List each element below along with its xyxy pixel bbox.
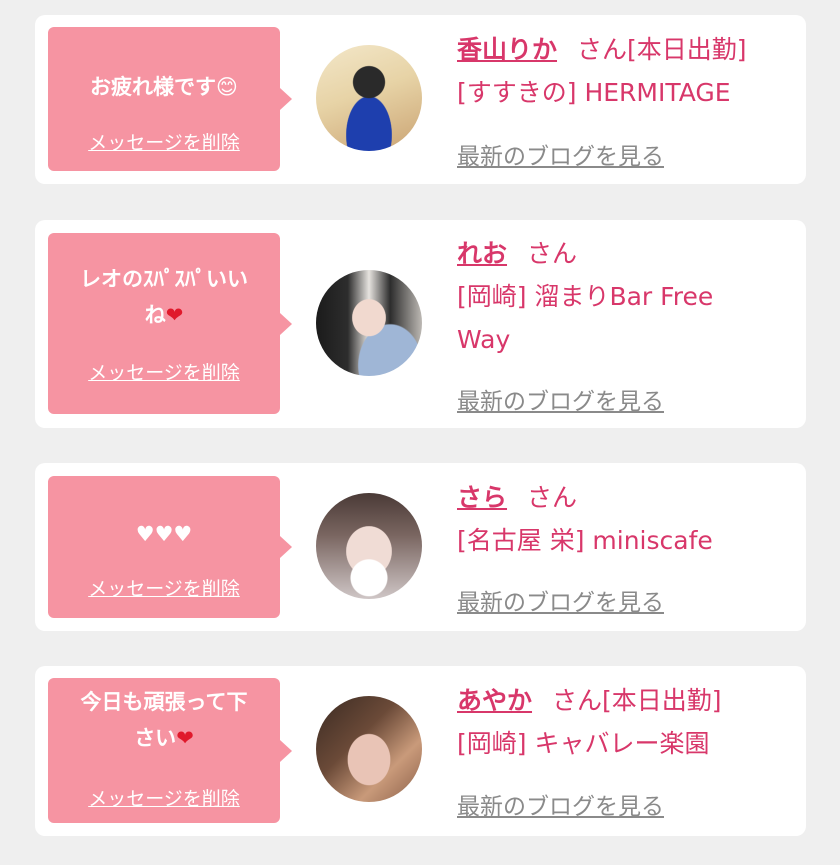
girl-name-link[interactable]: さら xyxy=(457,483,507,512)
shop-name: [岡崎] 溜まりBar Free xyxy=(457,282,714,311)
message-bubble: お疲れ様です😊 メッセージを削除 xyxy=(48,27,292,171)
latest-blog-link[interactable]: 最新のブログを見る xyxy=(457,787,664,821)
message-text: ♥♥♥ xyxy=(135,522,193,546)
delete-message-link[interactable]: メッセージを削除 xyxy=(48,128,280,155)
message-bubble: 今日も頑張って下 さい❤ メッセージを削除 xyxy=(48,678,292,823)
smile-emoji-icon: 😊 xyxy=(216,75,238,99)
avatar[interactable] xyxy=(316,696,422,802)
avatar[interactable] xyxy=(316,45,422,151)
avatar[interactable] xyxy=(316,493,422,599)
message-card: レオのｽﾊﾟｽﾊﾟいい ね❤ メッセージを削除 れお さん [岡崎] 溜まりBar… xyxy=(35,220,806,428)
shop-name-cont: Way xyxy=(457,325,511,354)
girl-info: さら さん [名古屋 栄] miniscafe xyxy=(457,476,787,562)
message-bubble: ♥♥♥ メッセージを削除 xyxy=(48,476,292,618)
avatar[interactable] xyxy=(316,270,422,376)
message-text: 今日も頑張って下 さい❤ xyxy=(80,690,248,750)
message-card: 今日も頑張って下 さい❤ メッセージを削除 あやか さん[本日出勤] [岡崎] キ… xyxy=(35,666,806,836)
message-card: お疲れ様です😊 メッセージを削除 香山りか さん[本日出勤] [すすきの] HER… xyxy=(35,15,806,184)
girl-info: あやか さん[本日出勤] [岡崎] キャバレー楽園 xyxy=(457,679,787,765)
latest-blog-link[interactable]: 最新のブログを見る xyxy=(457,137,664,171)
latest-blog-link[interactable]: 最新のブログを見る xyxy=(457,583,664,617)
girl-info: 香山りか さん[本日出勤] [すすきの] HERMITAGE xyxy=(457,28,787,114)
shop-name: [名古屋 栄] miniscafe xyxy=(457,526,713,555)
girl-name-link[interactable]: れお xyxy=(457,239,507,268)
delete-message-link[interactable]: メッセージを削除 xyxy=(48,574,280,601)
message-card: ♥♥♥ メッセージを削除 さら さん [名古屋 栄] miniscafe 最新のブ… xyxy=(35,463,806,631)
girl-name-link[interactable]: 香山りか xyxy=(457,35,557,64)
shop-name: [すすきの] HERMITAGE xyxy=(457,78,731,107)
girl-name-link[interactable]: あやか xyxy=(457,686,532,715)
heart-emoji-icon: ❤ xyxy=(176,726,194,750)
delete-message-link[interactable]: メッセージを削除 xyxy=(48,358,280,385)
heart-emoji-icon: ❤ xyxy=(165,303,184,327)
message-text: レオのｽﾊﾟｽﾊﾟいい ね❤ xyxy=(80,267,248,327)
message-bubble: レオのｽﾊﾟｽﾊﾟいい ね❤ メッセージを削除 xyxy=(48,233,292,414)
delete-message-link[interactable]: メッセージを削除 xyxy=(48,784,280,811)
message-text: お疲れ様です😊 xyxy=(90,75,238,99)
shop-name: [岡崎] キャバレー楽園 xyxy=(457,729,710,758)
girl-info: れお さん [岡崎] 溜まりBar Free Way xyxy=(457,232,787,361)
latest-blog-link[interactable]: 最新のブログを見る xyxy=(457,382,664,416)
